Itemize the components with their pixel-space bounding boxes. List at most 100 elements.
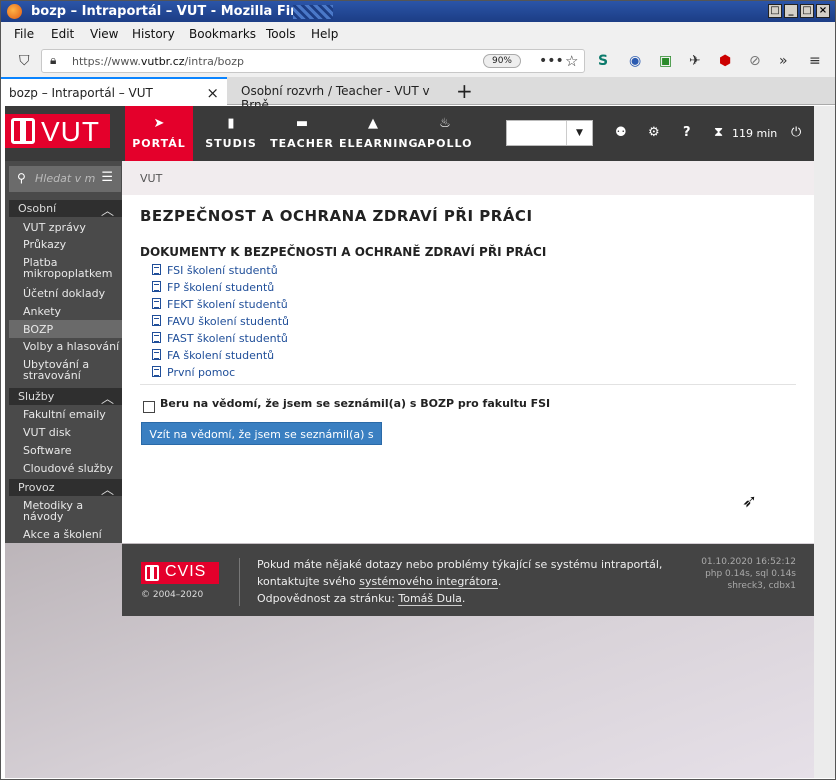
acknowledge-button[interactable]: Vzít na vědomí, že jsem se seznámil(a) s…	[141, 422, 382, 464]
sidebar-item-prukazy[interactable]: Průkazy	[9, 236, 122, 253]
doc-link-prvni-pomoc[interactable]: První pomoc	[152, 366, 235, 379]
maximize-button[interactable]: □	[800, 4, 814, 18]
copyright: © 2004–2020	[141, 590, 204, 600]
module-portal[interactable]: ➤ PORTÁL	[125, 106, 193, 161]
sidebar-group-provoz[interactable]: Provoz ︿	[9, 479, 122, 498]
search-input[interactable]: Hledat v menu	[35, 169, 95, 189]
extension-ghost-icon[interactable]: ✈	[689, 53, 701, 69]
sidebar-item-ubytovani[interactable]: Ubytování a stravování	[9, 355, 122, 385]
page-title: BEZPEČNOST A OCHRANA ZDRAVÍ PŘI PRÁCI	[140, 207, 533, 225]
doc-link-fa[interactable]: FA školení studentů	[152, 349, 274, 362]
doc-link-favu[interactable]: FAVU školení studentů	[152, 315, 289, 328]
shield-icon[interactable]: ⛉	[19, 53, 30, 69]
navigation-icon: ➤	[153, 116, 165, 131]
tab-bar: bozp – Intraportál – VUT × Osobní rozvrh…	[1, 77, 835, 112]
sidebar-item-akce-skoleni[interactable]: Akce a školení	[9, 525, 122, 543]
sidebar-item-ankety[interactable]: Ankety	[9, 303, 122, 320]
menu-bookmarks[interactable]: Bookmarks	[189, 27, 256, 41]
sidebar-item-cloudove-sluzby[interactable]: Cloudové služby	[9, 459, 122, 477]
sidebar-item-platba[interactable]: Platba mikropoplatkem	[9, 254, 122, 284]
integrator-link[interactable]: systémového integrátora	[359, 575, 498, 589]
menu-help[interactable]: Help	[311, 27, 338, 41]
gear-icon[interactable]: ⚙	[648, 125, 660, 140]
extension-cookie-icon[interactable]: ◉	[629, 53, 641, 69]
extension-ublock-icon[interactable]: ⬢	[719, 53, 731, 69]
url-bar[interactable]: 🔒︎ https://www.vutbr.cz/intra/bozp 90% •…	[41, 49, 585, 73]
menu-edit[interactable]: Edit	[51, 27, 74, 41]
chevron-down-icon: ▼	[566, 121, 592, 145]
window-title: bozp – Intraportál – VUT - Mozilla Firef…	[31, 4, 329, 19]
document-icon	[152, 366, 161, 377]
sidebar-item-ucetni-doklady[interactable]: Účetní doklady	[9, 285, 122, 302]
footer-line-2: kontaktujte svého systémového integrátor…	[257, 575, 502, 589]
search-icon: ⚲	[17, 171, 26, 185]
sidebar-group-osobni[interactable]: Osobní ︿	[9, 200, 122, 219]
bookmark-star-icon[interactable]: ☆	[565, 52, 578, 70]
navigation-bar: ⛉ 🔒︎ https://www.vutbr.cz/intra/bozp 90%…	[1, 45, 835, 77]
extension-s-icon[interactable]: S	[598, 53, 608, 69]
module-studis[interactable]: ▮ STUDIS	[197, 106, 265, 161]
new-tab-button[interactable]: +	[456, 79, 473, 103]
close-window-button[interactable]: ×	[816, 4, 830, 18]
tab-label: bozp – Intraportál – VUT	[9, 86, 153, 100]
portal-header: VUT ➤ PORTÁL ▮ STUDIS ▬ TEACHER ▲ ELEARNING …	[5, 106, 814, 161]
sidebar-item-vut-disk[interactable]: VUT disk	[9, 423, 122, 441]
url-text[interactable]: https://www.vutbr.cz/intra/bozp	[72, 55, 244, 68]
module-elearning[interactable]: ▲ ELEARNING	[339, 106, 418, 161]
footer-server: shreck3, cdbx1	[727, 581, 796, 591]
extension-block-icon[interactable]: ⊘	[749, 53, 761, 69]
power-icon[interactable]: ⏻	[791, 125, 801, 140]
footer-text: Pokud máte nějaké dotazy nebo problémy t…	[257, 556, 662, 607]
tab-osobni-rozvrh[interactable]: Osobní rozvrh / Teacher - VUT v Brně	[233, 77, 451, 112]
module-apollo[interactable]: ♨ APOLLO	[411, 106, 479, 161]
flame-icon: ♨	[439, 116, 451, 131]
menu-toggle-icon[interactable]: ☰	[101, 170, 113, 185]
menu-search[interactable]: ⚲ Hledat v menu ☰	[9, 166, 121, 192]
lock-icon[interactable]: 🔒︎	[50, 53, 56, 68]
sidebar-item-vut-zpravy[interactable]: VUT zprávy	[9, 219, 122, 236]
overflow-menu-icon[interactable]: »	[779, 53, 788, 69]
module-teacher[interactable]: ▬ TEACHER	[268, 106, 336, 161]
breadcrumb-vut[interactable]: VUT	[140, 172, 162, 185]
role-select[interactable]: ▼	[506, 120, 593, 146]
doc-link-fast[interactable]: FAST školení studentů	[152, 332, 288, 345]
menu-tools[interactable]: Tools	[266, 27, 296, 41]
responsible-person-link[interactable]: Tomáš Dula	[398, 592, 462, 606]
sidebar-item-metodiky[interactable]: Metodiky a návody	[9, 496, 122, 526]
menu-file[interactable]: File	[14, 27, 34, 41]
section-heading: DOKUMENTY K BEZPEČNOSTI A OCHRANĚ ZDRAVÍ…	[140, 245, 547, 259]
close-tab-icon[interactable]: ×	[206, 84, 219, 102]
scrollbar[interactable]	[814, 106, 835, 778]
more-actions-icon[interactable]: •••	[539, 53, 564, 69]
zoom-level[interactable]: 90%	[483, 54, 521, 68]
hamburger-menu-icon[interactable]: ≡	[809, 53, 821, 69]
bozp-acknowledge-checkbox[interactable]	[143, 401, 155, 413]
sidebar-item-volby[interactable]: Volby a hlasování	[9, 338, 122, 355]
vut-logo[interactable]: VUT	[5, 114, 110, 148]
user-settings-icon[interactable]: ⚉	[615, 125, 627, 140]
shade-button[interactable]: □	[768, 4, 782, 18]
help-icon[interactable]: ?	[683, 125, 691, 140]
chevron-up-icon[interactable]: ︿	[101, 200, 114, 219]
footer-perf: php 0.14s, sql 0.14s	[705, 569, 796, 579]
document-icon	[152, 332, 161, 343]
checkbox-label[interactable]: Beru na vědomí, že jsem se seznámil(a) s…	[160, 397, 550, 410]
firefox-icon	[7, 4, 22, 19]
sidebar-item-software[interactable]: Software	[9, 441, 122, 459]
session-timer: 119 min	[732, 127, 778, 140]
doc-link-fp[interactable]: FP školení studentů	[152, 281, 274, 294]
menu-history[interactable]: History	[132, 27, 175, 41]
cvis-logo[interactable]: CVIS	[141, 562, 219, 584]
doc-link-fsi[interactable]: FSI školení studentů	[152, 264, 278, 277]
page-viewport: VUT ➤ PORTÁL ▮ STUDIS ▬ TEACHER ▲ ELEARNING …	[5, 106, 814, 778]
document-icon	[152, 315, 161, 326]
extension-note-icon[interactable]: ▣	[659, 53, 672, 69]
tab-bozp[interactable]: bozp – Intraportál – VUT ×	[1, 77, 227, 105]
sidebar-item-fakultni-emaily[interactable]: Fakultní emaily	[9, 405, 122, 423]
sidebar: ⚲ Hledat v menu ☰ Osobní︿ VUT zprávy Prů…	[5, 161, 122, 543]
doc-link-fekt[interactable]: FEKT školení studentů	[152, 298, 288, 311]
minimize-button[interactable]: _	[784, 4, 798, 18]
sidebar-group-sluzby[interactable]: Služby ︿	[9, 388, 122, 407]
menu-view[interactable]: View	[90, 27, 118, 41]
sidebar-item-bozp[interactable]: BOZP	[9, 320, 122, 338]
